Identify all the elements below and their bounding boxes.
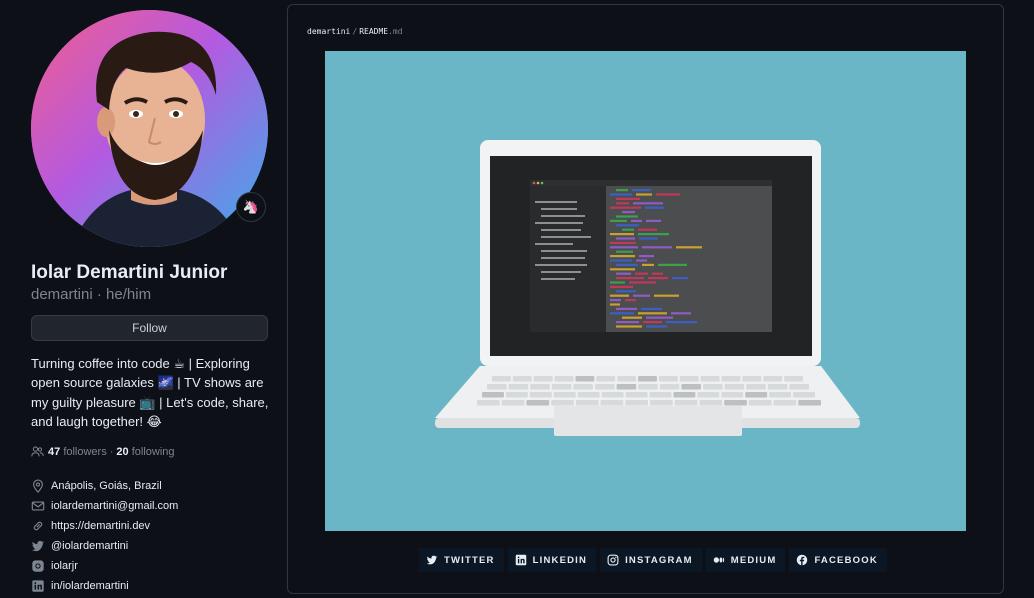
follow-button[interactable]: Follow [31, 315, 268, 341]
followers-count: 47 [48, 445, 61, 458]
following-label: following [131, 445, 175, 458]
readme-file-ext: .md [388, 27, 403, 36]
social-badges: TWITTER LINKEDIN INSTAGRAM MEDIUM FACEBO… [419, 548, 887, 572]
linkedin-icon [515, 554, 527, 566]
followers-label: followers [63, 445, 107, 458]
readme-banner-image [325, 51, 966, 531]
facebook-icon [796, 554, 808, 566]
readme-owner-link[interactable]: demartini [307, 27, 350, 36]
detail-twitter[interactable]: @iolardemartini [31, 536, 178, 556]
stats-separator: · [109, 445, 114, 458]
laptop-illustration [325, 51, 966, 531]
readme-file-name: README [359, 27, 389, 36]
readme-breadcrumb: demartini / README.md [307, 27, 403, 36]
mail-icon [31, 499, 45, 513]
instagram-handle[interactable]: iolarjr [51, 560, 78, 572]
detail-instagram[interactable]: iolarjr [31, 556, 178, 576]
twitter-icon [31, 539, 45, 553]
linkedin-badge[interactable]: LINKEDIN [507, 548, 597, 572]
website-link[interactable]: https://demartini.dev [51, 520, 150, 532]
profile-login: demartini [31, 286, 93, 303]
breadcrumb-separator: / [352, 27, 358, 36]
profile-pronouns: he/him [106, 286, 152, 303]
twitter-badge[interactable]: TWITTER [419, 548, 504, 572]
profile-login-line: demartini · he/him [31, 286, 151, 303]
instagram-badge[interactable]: INSTAGRAM [600, 548, 702, 572]
profile-details: Anápolis, Goiás, Brazil iolardemartini@g… [31, 476, 178, 596]
status-emoji-badge[interactable]: 🦄 [236, 192, 266, 222]
following-link[interactable]: 20 following [116, 446, 174, 458]
following-count: 20 [116, 445, 129, 458]
medium-badge[interactable]: MEDIUM [705, 548, 786, 572]
link-icon [31, 519, 45, 533]
location-text: Anápolis, Goiás, Brazil [51, 480, 162, 492]
location-icon [31, 479, 45, 493]
facebook-badge-label: FACEBOOK [814, 554, 878, 566]
login-separator: · [96, 286, 102, 303]
followers-link[interactable]: 47 followers [48, 446, 107, 458]
linkedin-icon [31, 579, 45, 593]
email-link[interactable]: iolardemartini@gmail.com [51, 500, 178, 512]
linkedin-handle[interactable]: in/iolardemartini [51, 580, 129, 592]
facebook-badge[interactable]: FACEBOOK [789, 548, 887, 572]
detail-location: Anápolis, Goiás, Brazil [31, 476, 178, 496]
profile-bio: Turning coffee into code ☕ | Exploring o… [31, 356, 269, 430]
detail-website[interactable]: https://demartini.dev [31, 516, 178, 536]
people-icon [31, 445, 44, 458]
twitter-icon [426, 554, 438, 566]
profile-full-name: Iolar Demartini Junior [31, 262, 228, 283]
twitter-badge-label: TWITTER [444, 554, 495, 566]
medium-icon [713, 554, 725, 566]
unicorn-icon: 🦄 [242, 199, 260, 214]
instagram-icon [607, 554, 619, 566]
instagram-badge-label: INSTAGRAM [625, 554, 693, 566]
follow-stats: 47 followers · 20 following [31, 445, 175, 458]
detail-email[interactable]: iolardemartini@gmail.com [31, 496, 178, 516]
twitter-handle[interactable]: @iolardemartini [51, 540, 128, 552]
medium-badge-label: MEDIUM [730, 554, 777, 566]
readme-panel: demartini / README.md TWITTER LINKEDIN I… [287, 4, 1004, 594]
avatar-illustration [31, 10, 268, 247]
avatar[interactable] [31, 10, 268, 247]
linkedin-badge-label: LINKEDIN [532, 554, 588, 566]
instagram-icon [31, 559, 45, 573]
detail-linkedin[interactable]: in/iolardemartini [31, 576, 178, 596]
